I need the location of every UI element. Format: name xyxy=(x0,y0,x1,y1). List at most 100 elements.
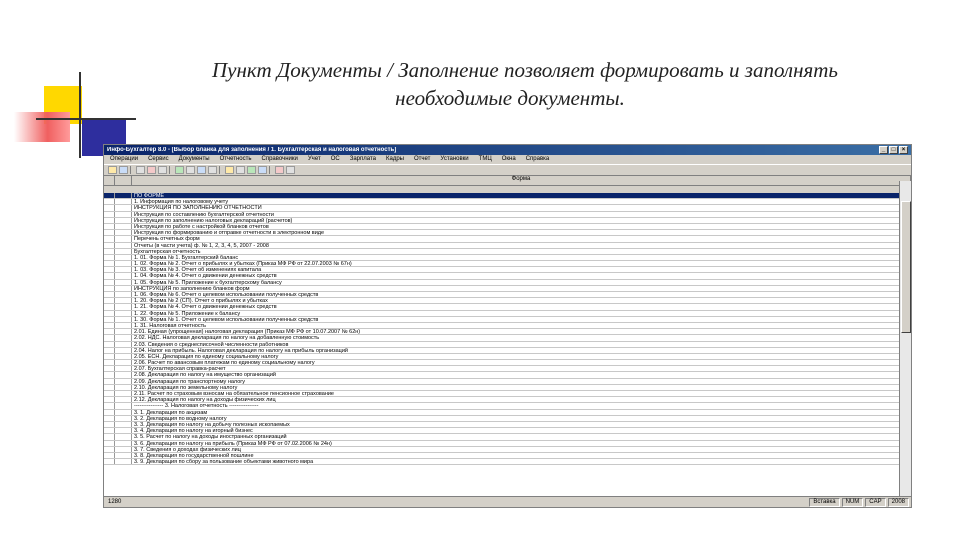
row-flag xyxy=(115,304,132,310)
row-marker xyxy=(104,310,115,316)
slide-title-line-2: необходимые документы. xyxy=(395,86,625,110)
row-flag xyxy=(115,452,132,459)
horizontal-line xyxy=(36,118,136,120)
row-flag xyxy=(115,211,132,217)
row-marker xyxy=(104,193,115,199)
toolbar-button[interactable] xyxy=(175,166,184,174)
menu-item[interactable]: Документы xyxy=(179,156,210,163)
row-marker xyxy=(104,223,115,230)
toolbar-button[interactable] xyxy=(258,166,267,174)
row-marker xyxy=(104,316,115,322)
toolbar-button[interactable] xyxy=(136,166,145,174)
menu-item[interactable]: ОС xyxy=(331,156,340,163)
scrollbar-thumb[interactable] xyxy=(901,201,911,333)
row-label: 1. 02. Форма № 2. Отчет о прибылях и убы… xyxy=(134,261,352,267)
row-marker xyxy=(104,230,115,236)
toolbar-button[interactable] xyxy=(236,166,245,174)
row-marker xyxy=(104,248,115,254)
row-flag xyxy=(115,378,132,384)
row-label: 2.05. ЕСН. Декларация по единому социаль… xyxy=(134,353,279,360)
column-header-flag[interactable] xyxy=(115,176,132,185)
row-flag xyxy=(115,335,132,341)
toolbar-button[interactable] xyxy=(186,166,195,174)
menu-item[interactable]: ТМЦ xyxy=(479,156,492,163)
column-header-marker[interactable] xyxy=(104,176,115,185)
list-item[interactable]: 3. 9. Декларация по сбору за пользование… xyxy=(104,459,900,466)
row-flag xyxy=(115,279,132,285)
toolbar-button[interactable] xyxy=(108,166,117,174)
toolbar-button[interactable] xyxy=(247,166,256,174)
row-label: ---------------- 3. Налоговая отчетность… xyxy=(134,403,259,409)
toolbar-button[interactable] xyxy=(208,166,217,174)
slide-title: Пункт Документы / Заполнение позволяет ф… xyxy=(110,56,910,112)
row-label: 1. 06. Форма № 6. Отчет о целевом исполь… xyxy=(134,292,319,298)
window-titlebar: Инфо-Бухгалтер 8.0 - [Выбор бланка для з… xyxy=(104,145,911,155)
slide-title-line-1: Пункт Документы / Заполнение позволяет ф… xyxy=(212,58,838,82)
row-label: 3. 1. Декларация по акцизам xyxy=(134,409,208,415)
row-marker xyxy=(104,434,115,440)
menu-item[interactable]: Отчетность xyxy=(220,156,252,163)
row-flag xyxy=(115,372,132,378)
row-flag xyxy=(115,292,132,298)
toolbar-button[interactable] xyxy=(275,166,284,174)
toolbar-button[interactable] xyxy=(225,166,234,174)
row-marker xyxy=(104,397,115,403)
row-flag xyxy=(115,440,132,446)
row-label: Отчеты (в части учета) ф. № 1, 2, 3, 4, … xyxy=(134,242,269,248)
menu-item[interactable]: Окна xyxy=(502,156,516,163)
row-label: 2.11. Расчет по страховым взносам на обя… xyxy=(134,391,334,397)
vertical-scrollbar[interactable] xyxy=(899,181,911,498)
row-label: 2.04. Налог на прибыль. Налоговая деклар… xyxy=(134,347,348,353)
menu-item[interactable]: Отчет xyxy=(414,156,430,163)
row-flag xyxy=(115,273,132,279)
menu-item[interactable]: Установки xyxy=(440,156,468,163)
row-marker xyxy=(104,415,115,421)
menu-item[interactable]: Зарплата xyxy=(350,156,376,163)
row-label: 1. 05. Форма № 5. Приложение к бухгалтер… xyxy=(134,279,282,285)
row-label: 1. 03. Форма № 3. Отчет об изменениях ка… xyxy=(134,267,262,273)
toolbar-button[interactable] xyxy=(197,166,206,174)
row-label: 3. 3. Декларация по налогу на добычу пол… xyxy=(134,421,290,428)
row-marker xyxy=(104,273,115,279)
toolbar-button[interactable] xyxy=(158,166,167,174)
row-flag xyxy=(115,199,132,205)
row-label: ИНСТРУКЦИЯ по заполнению бланков форм xyxy=(134,285,250,291)
menu-item[interactable]: Кадры xyxy=(386,156,404,163)
row-flag xyxy=(115,298,132,304)
row-marker xyxy=(104,391,115,397)
row-marker xyxy=(104,372,115,378)
row-label: 2.07. Бухгалтерская справка-расчет xyxy=(134,366,226,372)
menu-item[interactable]: Справка xyxy=(526,156,550,163)
row-marker xyxy=(104,347,115,353)
column-header-form[interactable]: Форма xyxy=(132,176,911,185)
toolbar-button[interactable] xyxy=(147,166,156,174)
row-marker xyxy=(104,236,115,242)
row-flag xyxy=(115,384,132,390)
forms-list: ПО ФОРМЕ 1. Информация по налоговому учет… xyxy=(104,193,900,498)
row-marker xyxy=(104,267,115,273)
row-flag xyxy=(115,391,132,397)
column-header-row: Форма xyxy=(104,176,911,186)
toolbar-separator xyxy=(169,166,172,174)
row-label: 3. 5. Расчет по налогу на доходы иностра… xyxy=(134,434,287,440)
menu-item[interactable]: Справочники xyxy=(262,156,298,163)
row-label: ПО ФОРМЕ xyxy=(134,193,165,199)
row-label: 3. 4. Декларация по налогу на игорный би… xyxy=(134,428,253,434)
row-flag xyxy=(115,428,132,434)
menu-item[interactable]: Операции xyxy=(110,156,138,163)
toolbar-button[interactable] xyxy=(286,166,295,174)
close-icon[interactable]: × xyxy=(899,146,908,154)
row-flag xyxy=(115,329,132,335)
row-flag xyxy=(115,446,132,452)
toolbar-button[interactable] xyxy=(119,166,128,174)
row-flag xyxy=(115,242,132,248)
row-label: Инструкция по составлению бухгалтерской … xyxy=(134,211,274,217)
menu-item[interactable]: Сервис xyxy=(148,156,169,163)
maximize-icon[interactable]: □ xyxy=(889,146,898,154)
row-flag xyxy=(115,415,132,421)
row-marker xyxy=(104,403,115,409)
toolbar xyxy=(104,164,911,176)
minimize-icon[interactable]: _ xyxy=(879,146,888,154)
menu-item[interactable]: Учет xyxy=(308,156,321,163)
row-flag xyxy=(115,341,132,347)
